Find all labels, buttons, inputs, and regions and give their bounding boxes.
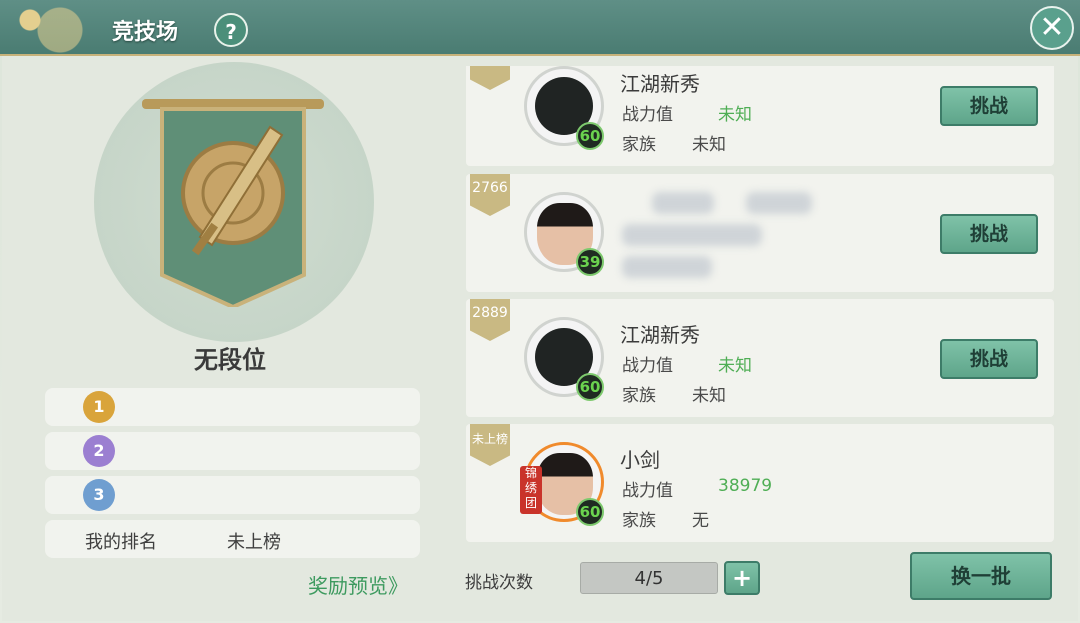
power-label: 战力值 [622,105,673,125]
level-badge: 60 [576,373,604,401]
family-label: 家族 [622,511,656,531]
family-label: 家族 [622,386,656,406]
help-button[interactable]: ? [214,13,248,47]
opponent-card: 60 江湖新秀 战力值 未知 家族 未知 挑战 [466,66,1054,166]
family-value: 无 [692,511,709,531]
opponent-list[interactable]: 60 江湖新秀 战力值 未知 家族 未知 挑战 2766 39 挑战 2889 [454,66,1064,544]
family-value: 未知 [692,386,726,406]
power-value: 38979 [718,476,773,496]
blurred-power [622,224,762,246]
opponent-name: 小剑 [620,448,660,472]
power-label: 战力值 [622,356,673,376]
self-card: 未上榜 锦绣团 60 小剑 战力值 38979 家族 无 [466,424,1054,542]
guild-badge: 锦绣团 [520,466,542,514]
level-badge: 60 [576,122,604,150]
power-label: 战力值 [622,481,673,501]
blurred-name [652,192,714,214]
rank-flag-icon [470,66,510,90]
family-label: 家族 [622,135,656,155]
opponent-card: 2766 39 挑战 [466,174,1054,292]
my-rank-row: 我的排名 未上榜 [45,520,420,558]
level-badge: 60 [576,498,604,526]
rank-flag-icon: 2766 [470,174,510,216]
power-value: 未知 [718,105,752,125]
silver-medal-icon: 2 [83,435,115,467]
power-value: 未知 [718,356,752,376]
challenge-count-value: 4/5 [580,562,718,594]
rank-row-2: 2 [45,432,420,470]
window-title: 竞技场 [112,20,179,45]
challenge-button[interactable]: 挑战 [940,339,1038,379]
challenge-count-label: 挑战次数 [465,573,533,593]
level-badge: 39 [576,248,604,276]
challenge-button[interactable]: 挑战 [940,86,1038,126]
opponent-name: 江湖新秀 [620,72,700,96]
opponent-name: 江湖新秀 [620,323,700,347]
rank-row-1: 1 [45,388,420,426]
rank-banner-icon [142,99,324,307]
arena-window: 竞技场 ? ✕ 无段位 1 2 3 我的排名 未上榜 奖励预览》 60 江湖新秀… [0,0,1080,623]
add-challenge-button[interactable]: + [724,561,760,595]
rank-flag-icon: 2889 [470,299,510,341]
close-button[interactable]: ✕ [1030,6,1074,50]
my-rank-value: 未上榜 [227,532,281,553]
blurred-name [746,192,812,214]
title-bar: 竞技场 ? ✕ [0,0,1080,56]
cloud-ornament-icon [0,0,120,54]
family-value: 未知 [692,135,726,155]
bronze-medal-icon: 3 [83,479,115,511]
opponent-card: 2889 60 江湖新秀 战力值 未知 家族 未知 挑战 [466,299,1054,417]
challenge-button[interactable]: 挑战 [940,214,1038,254]
rank-flag-icon: 未上榜 [470,424,510,466]
blurred-family [622,256,712,278]
rank-row-3: 3 [45,476,420,514]
reward-preview-link[interactable]: 奖励预览》 [308,570,408,599]
gold-medal-icon: 1 [83,391,115,423]
refresh-opponents-button[interactable]: 换一批 [910,552,1052,600]
rank-title: 无段位 [194,346,266,374]
my-rank-label: 我的排名 [85,532,157,553]
